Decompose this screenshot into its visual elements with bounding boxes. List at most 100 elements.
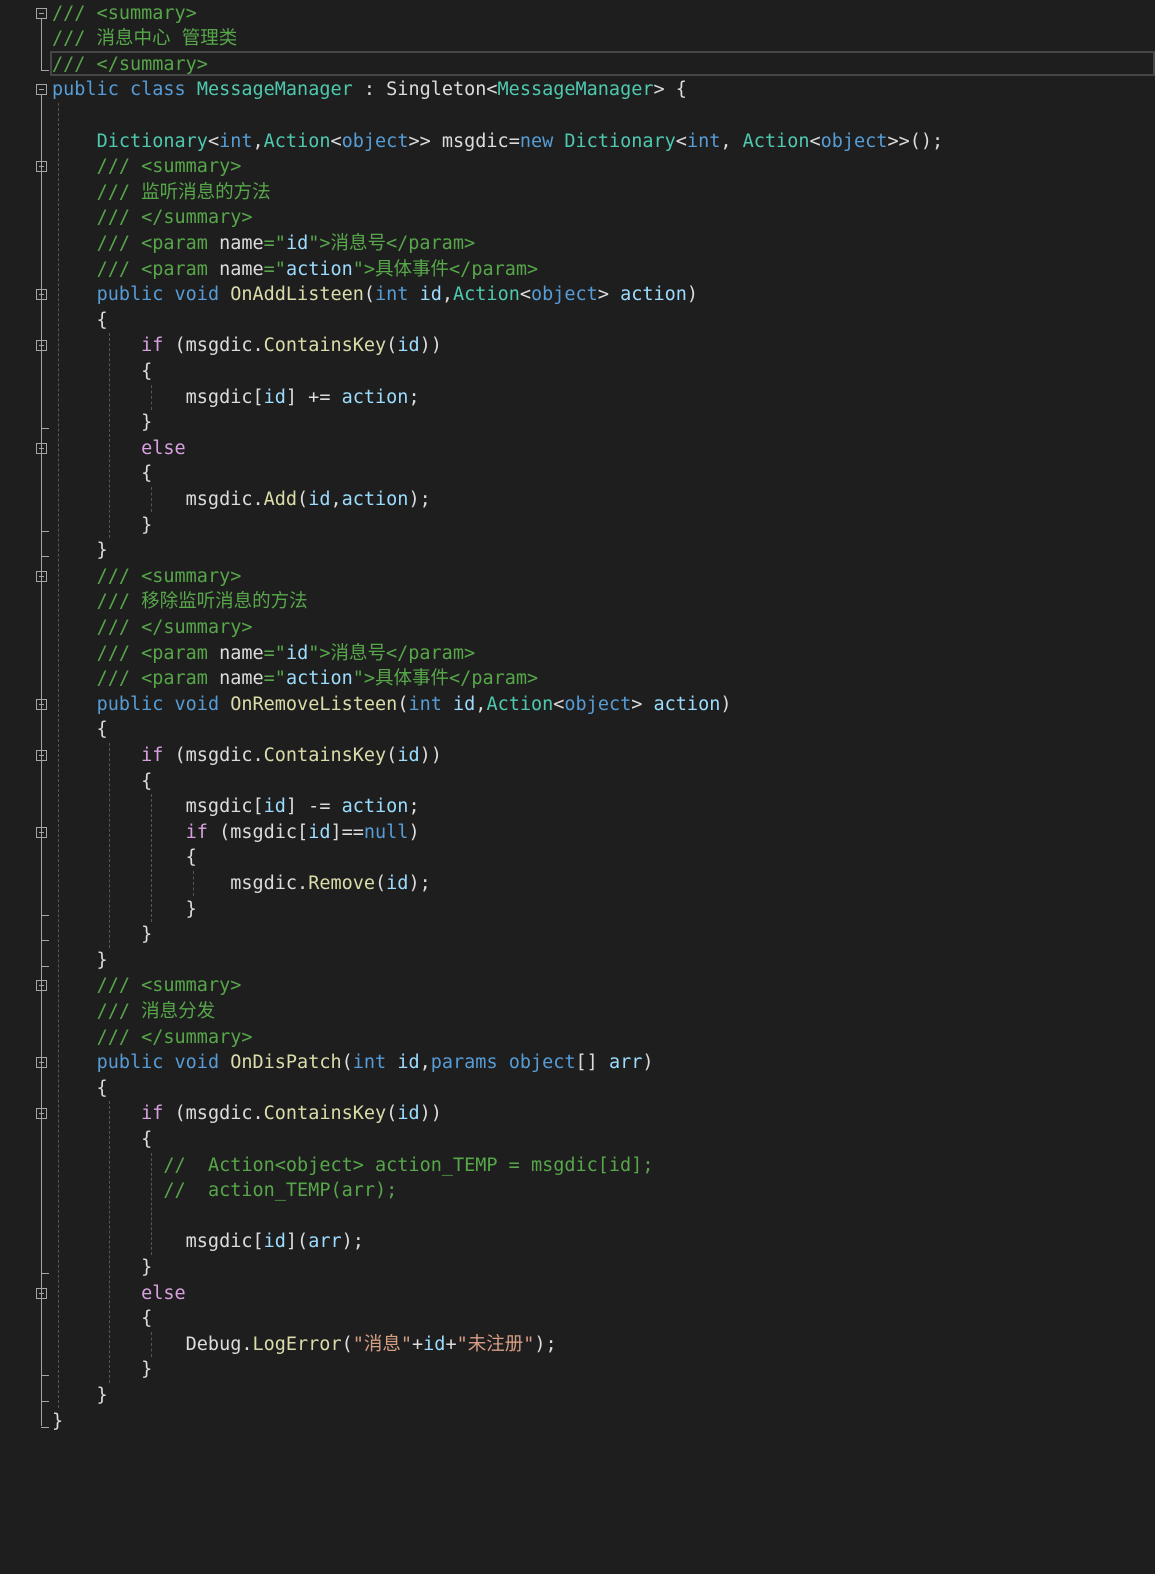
code-line[interactable]: msgdic.Remove(id); xyxy=(52,871,431,897)
fold-end-tick xyxy=(41,965,49,967)
code-line[interactable]: /// </summary> xyxy=(52,615,253,641)
code-line[interactable]: { xyxy=(52,359,152,385)
code-line[interactable]: msgdic[id] += action; xyxy=(52,385,420,411)
code-line[interactable]: public void OnRemoveListeen(int id,Actio… xyxy=(52,692,732,718)
code-line[interactable]: if (msgdic.ContainsKey(id)) xyxy=(52,333,442,359)
code-line[interactable]: Dictionary<int,Action<object>> msgdic=ne… xyxy=(52,129,944,155)
code-token: params xyxy=(430,1052,498,1074)
code-line[interactable]: /// </summary> xyxy=(52,52,208,78)
code-token: ( xyxy=(363,284,376,306)
code-line[interactable]: public void OnAddListeen(int id,Action<o… xyxy=(52,282,699,308)
collapse-icon[interactable] xyxy=(36,84,47,96)
code-line[interactable]: } xyxy=(52,948,108,974)
code-line[interactable]: } xyxy=(52,1383,108,1409)
code-token: } xyxy=(52,1256,153,1278)
code-line[interactable]: { xyxy=(52,461,152,487)
code-token: public xyxy=(96,693,164,715)
code-token: /// <summary> xyxy=(96,565,242,587)
code-line[interactable]: // action_TEMP(arr); xyxy=(52,1178,397,1204)
code-line[interactable]: if (msgdic.ContainsKey(id)) xyxy=(52,1101,442,1127)
code-line[interactable]: msgdic.Add(id,action); xyxy=(52,487,431,513)
code-line[interactable]: } xyxy=(52,410,152,436)
code-line[interactable]: /// <summary> xyxy=(52,973,242,999)
code-line[interactable]: } xyxy=(52,1255,152,1281)
code-token: Action xyxy=(742,130,810,152)
code-line[interactable]: } xyxy=(52,1357,152,1383)
code-line[interactable]: if (msgdic.ContainsKey(id)) xyxy=(52,743,442,769)
code-token: /// <param xyxy=(96,258,220,280)
code-line[interactable]: /// 监听消息的方法 xyxy=(52,180,271,206)
code-line[interactable]: /// <param name="action">具体事件</param> xyxy=(52,666,539,692)
code-line[interactable]: /// <summary> xyxy=(52,564,242,590)
code-token: object xyxy=(508,1052,576,1074)
code-line[interactable]: { xyxy=(52,717,108,743)
code-line[interactable]: public class MessageManager : Singleton<… xyxy=(52,77,687,103)
code-token: ContainsKey xyxy=(263,1103,387,1125)
fold-end-tick xyxy=(41,914,49,916)
fold-end-tick xyxy=(41,556,49,558)
code-token: name xyxy=(219,232,264,254)
code-token: if xyxy=(141,1103,164,1125)
code-line[interactable]: /// 消息中心 管理类 xyxy=(52,26,237,52)
code-line[interactable]: /// <summary> xyxy=(52,1,197,27)
code-line[interactable]: /// 消息分发 xyxy=(52,999,216,1025)
code-token: id xyxy=(397,744,420,766)
code-line[interactable]: /// <param name="id">消息号</param> xyxy=(52,231,476,257)
code-token: name xyxy=(219,258,264,280)
code-line[interactable]: /// <param name="action">具体事件</param> xyxy=(52,257,539,283)
code-token: // Action<object> action_TEMP = msgdic[i… xyxy=(163,1154,654,1176)
code-token: public xyxy=(96,1052,164,1074)
code-editor[interactable]: /// <summary>/// 消息中心 管理类/// </summary> p… xyxy=(0,0,1155,1574)
code-line[interactable]: /// <param name="id">消息号</param> xyxy=(52,641,476,667)
code-line[interactable]: /// </summary> xyxy=(52,1025,253,1051)
collapse-icon[interactable] xyxy=(36,7,47,19)
code-token: /// 消息中心 管理类 xyxy=(52,28,238,50)
code-token: arr xyxy=(308,1231,342,1253)
code-line[interactable]: msgdic[id] -= action; xyxy=(52,794,420,820)
code-token: Debug. xyxy=(52,1333,253,1355)
code-line[interactable]: } xyxy=(52,1409,63,1435)
code-line[interactable]: } xyxy=(52,513,152,539)
code-line[interactable]: { xyxy=(52,1306,152,1332)
code-token: /// <summary> xyxy=(52,2,197,24)
code-line[interactable]: msgdic[id](arr); xyxy=(52,1229,364,1255)
code-line[interactable]: // Action<object> action_TEMP = msgdic[i… xyxy=(52,1153,653,1179)
code-line[interactable]: /// <summary> xyxy=(52,154,242,180)
code-token: (msgdic[ xyxy=(207,821,309,843)
code-token: ">具体事件</param> xyxy=(352,258,539,280)
code-token: + xyxy=(412,1333,424,1355)
code-token: } xyxy=(52,412,153,434)
code-token: /// </summary> xyxy=(52,53,208,75)
code-line[interactable]: { xyxy=(52,1076,108,1102)
code-line[interactable]: { xyxy=(52,1127,152,1153)
code-line[interactable]: /// 移除监听消息的方法 xyxy=(52,589,308,615)
code-token: } xyxy=(52,898,197,920)
code-line[interactable]: else xyxy=(52,1281,186,1307)
code-line[interactable]: if (msgdic[id]==null) xyxy=(52,820,420,846)
code-line[interactable]: /// </summary> xyxy=(52,205,253,231)
code-token: ) xyxy=(720,693,732,715)
code-line[interactable]: { xyxy=(52,845,197,871)
code-token: id xyxy=(423,1333,446,1355)
code-line[interactable]: else xyxy=(52,436,186,462)
code-line[interactable]: } xyxy=(52,538,108,564)
fold-range-line xyxy=(41,453,42,531)
code-line[interactable]: { xyxy=(52,769,152,795)
code-token: MessageManager xyxy=(196,79,353,101)
fold-end-tick xyxy=(41,1272,49,1274)
code-line[interactable]: Debug.LogError("消息"+id+"未注册"); xyxy=(52,1332,557,1358)
code-line[interactable]: } xyxy=(52,897,197,923)
code-token: OnRemoveListeen xyxy=(230,693,398,715)
code-token: public xyxy=(52,79,119,101)
code-line[interactable]: public void OnDisPatch(int id,params obj… xyxy=(52,1050,654,1076)
code-line[interactable]: { xyxy=(52,308,108,334)
code-token: else xyxy=(141,1282,186,1304)
code-line[interactable]: } xyxy=(52,922,152,948)
code-token: ) xyxy=(686,284,699,306)
